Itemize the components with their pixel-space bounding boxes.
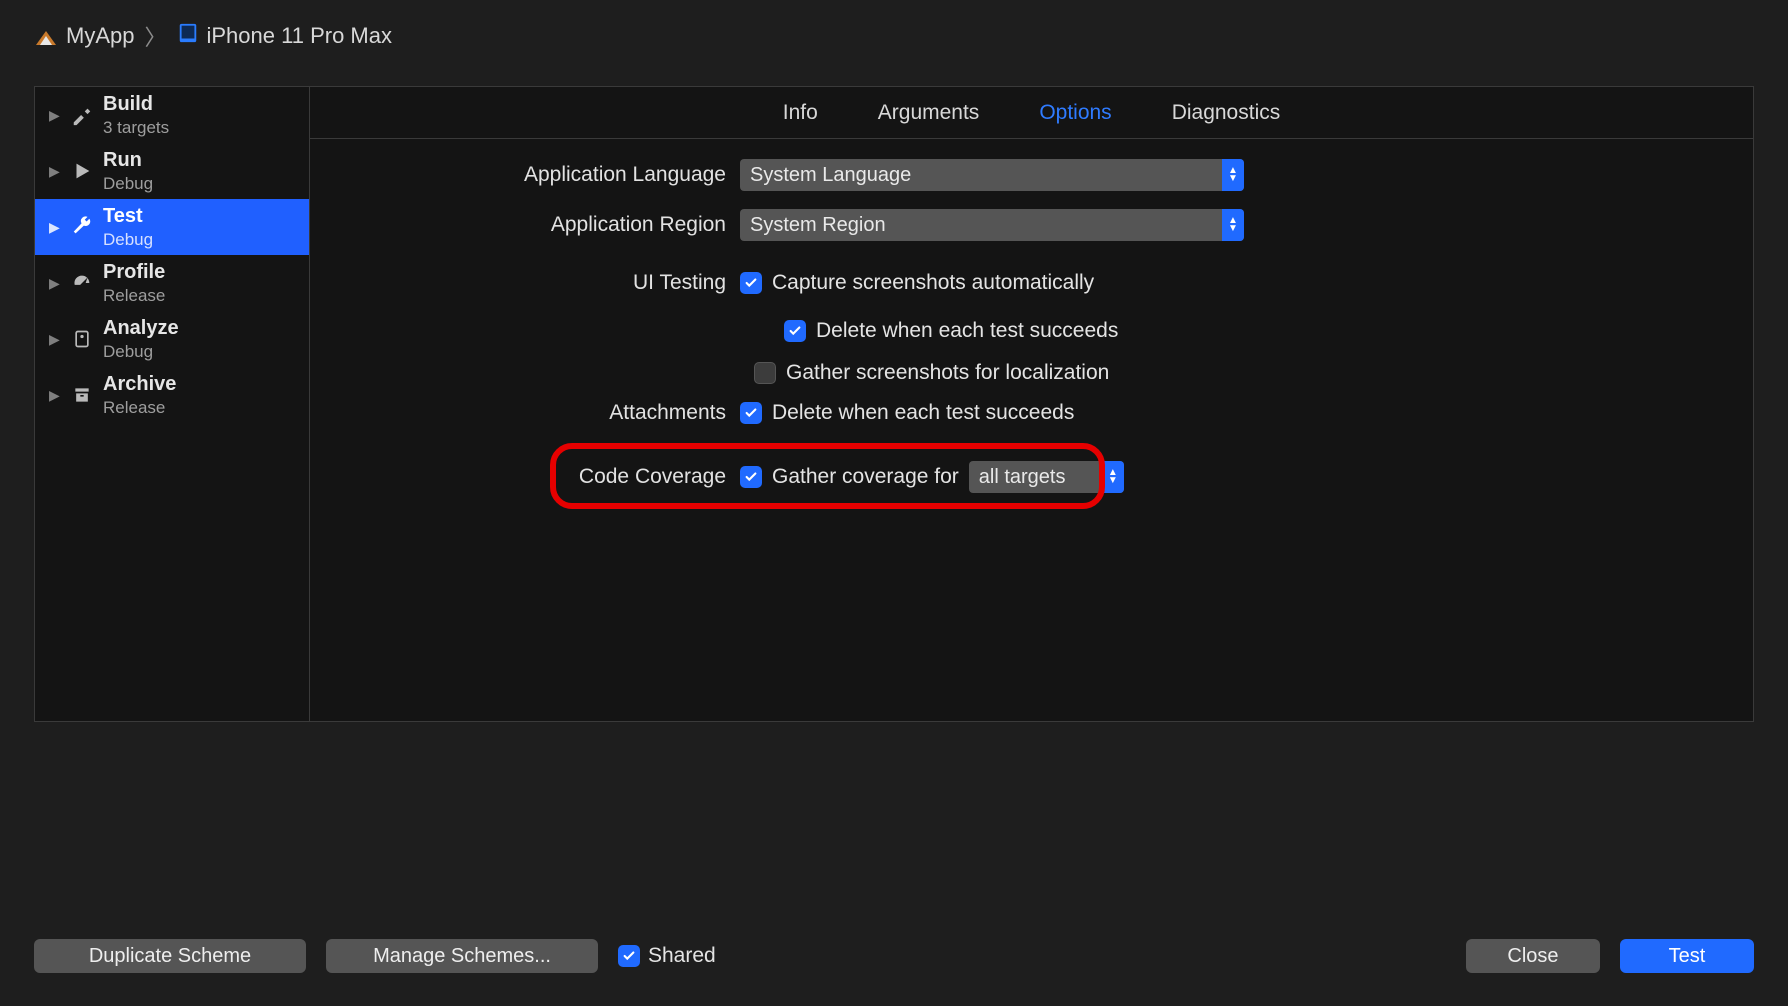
sidebar-item-sub: Debug <box>103 174 153 194</box>
wrench-icon <box>69 214 95 240</box>
sidebar-item-sub: Debug <box>103 230 153 250</box>
disclosure-icon: ▶ <box>49 107 61 124</box>
application-language-popup[interactable]: System Language ▲▼ <box>740 159 1244 191</box>
chevron-right-icon: 〉 <box>144 20 166 52</box>
scheme-icon <box>34 27 58 45</box>
options-form: Application Language System Language ▲▼ … <box>310 139 1753 527</box>
ui-testing-label: UI Testing <box>350 271 740 295</box>
sidebar-item-title: Test <box>103 205 153 228</box>
breadcrumb-device[interactable]: iPhone 11 Pro Max <box>207 23 392 49</box>
attachments-label: Attachments <box>350 401 740 425</box>
application-region-value: System Region <box>750 214 886 237</box>
capture-screenshots-checkbox[interactable] <box>740 272 762 294</box>
sidebar-item-archive[interactable]: ▶ Archive Release <box>35 367 309 423</box>
code-coverage-checkbox[interactable] <box>740 466 762 488</box>
tab-arguments[interactable]: Arguments <box>878 101 980 125</box>
breadcrumb-scheme[interactable]: MyApp <box>66 23 134 49</box>
sidebar-item-title: Archive <box>103 373 176 396</box>
scheme-editor-panel: ▶ Build 3 targets ▶ Run Debug ▶ <box>34 86 1754 722</box>
shared-checkbox[interactable] <box>618 945 640 967</box>
sidebar-item-profile[interactable]: ▶ Profile Release <box>35 255 309 311</box>
code-coverage-label: Code Coverage <box>350 465 740 489</box>
attachments-delete-checkbox[interactable] <box>740 402 762 424</box>
gather-localization-label: Gather screenshots for localization <box>786 361 1109 385</box>
disclosure-icon: ▶ <box>49 219 61 236</box>
gather-localization-checkbox[interactable] <box>754 362 776 384</box>
disclosure-icon: ▶ <box>49 163 61 180</box>
sidebar-item-sub: 3 targets <box>103 118 169 138</box>
play-icon <box>69 158 95 184</box>
code-coverage-gather-label: Gather coverage for <box>772 465 959 489</box>
sidebar-item-title: Analyze <box>103 317 179 340</box>
sidebar-item-run[interactable]: ▶ Run Debug <box>35 143 309 199</box>
test-button[interactable]: Test <box>1620 939 1754 973</box>
analyze-icon <box>69 326 95 352</box>
scheme-action-sidebar: ▶ Build 3 targets ▶ Run Debug ▶ <box>35 87 310 721</box>
code-coverage-target-value: all targets <box>979 466 1066 489</box>
row-delete-when-succeeds: Delete when each test succeeds <box>784 315 1713 347</box>
sidebar-item-title: Profile <box>103 261 165 284</box>
sidebar-item-title: Run <box>103 149 153 172</box>
tab-options[interactable]: Options <box>1039 101 1111 125</box>
sidebar-item-analyze[interactable]: ▶ Analyze Debug <box>35 311 309 367</box>
popup-stepper-icon: ▲▼ <box>1222 209 1244 241</box>
application-language-label: Application Language <box>350 163 740 187</box>
attachments-delete-label: Delete when each test succeeds <box>772 401 1074 425</box>
archive-icon <box>69 382 95 408</box>
tab-diagnostics[interactable]: Diagnostics <box>1172 101 1281 125</box>
sidebar-item-sub: Release <box>103 286 165 306</box>
row-application-region: Application Region System Region ▲▼ <box>350 207 1713 243</box>
disclosure-icon: ▶ <box>49 275 61 292</box>
breadcrumb: MyApp 〉 iPhone 11 Pro Max <box>0 0 1788 72</box>
application-region-popup[interactable]: System Region ▲▼ <box>740 209 1244 241</box>
row-gather-localization: Gather screenshots for localization <box>754 357 1713 389</box>
sidebar-item-title: Build <box>103 93 169 116</box>
gauge-icon <box>69 270 95 296</box>
shared-group: Shared <box>618 944 716 968</box>
sidebar-item-build[interactable]: ▶ Build 3 targets <box>35 87 309 143</box>
hammer-icon <box>69 102 95 128</box>
sidebar-item-test[interactable]: ▶ Test Debug <box>35 199 309 255</box>
manage-schemes-button[interactable]: Manage Schemes... <box>326 939 598 973</box>
delete-on-success-checkbox[interactable] <box>784 320 806 342</box>
application-language-value: System Language <box>750 164 911 187</box>
sidebar-item-sub: Debug <box>103 342 179 362</box>
close-button[interactable]: Close <box>1466 939 1600 973</box>
options-tabbar: Info Arguments Options Diagnostics <box>310 87 1753 139</box>
row-attachments: Attachments Delete when each test succee… <box>350 395 1713 431</box>
application-region-label: Application Region <box>350 213 740 237</box>
capture-screenshots-label: Capture screenshots automatically <box>772 271 1094 295</box>
row-application-language: Application Language System Language ▲▼ <box>350 157 1713 193</box>
popup-stepper-icon: ▲▼ <box>1222 159 1244 191</box>
shared-label: Shared <box>648 944 716 968</box>
popup-stepper-icon: ▲▼ <box>1102 461 1124 493</box>
row-ui-testing: UI Testing Capture screenshots automatic… <box>350 265 1713 301</box>
code-coverage-target-popup[interactable]: all targets ▲▼ <box>969 461 1124 493</box>
disclosure-icon: ▶ <box>49 331 61 348</box>
sidebar-item-sub: Release <box>103 398 176 418</box>
disclosure-icon: ▶ <box>49 387 61 404</box>
delete-on-success-label: Delete when each test succeeds <box>816 319 1118 343</box>
scheme-options-content: Info Arguments Options Diagnostics Appli… <box>310 87 1753 721</box>
scheme-editor-footer: Duplicate Scheme Manage Schemes... Share… <box>34 936 1754 976</box>
row-code-coverage: Code Coverage Gather coverage for all ta… <box>350 459 1713 495</box>
tab-info[interactable]: Info <box>783 101 818 125</box>
device-icon <box>177 22 199 50</box>
duplicate-scheme-button[interactable]: Duplicate Scheme <box>34 939 306 973</box>
